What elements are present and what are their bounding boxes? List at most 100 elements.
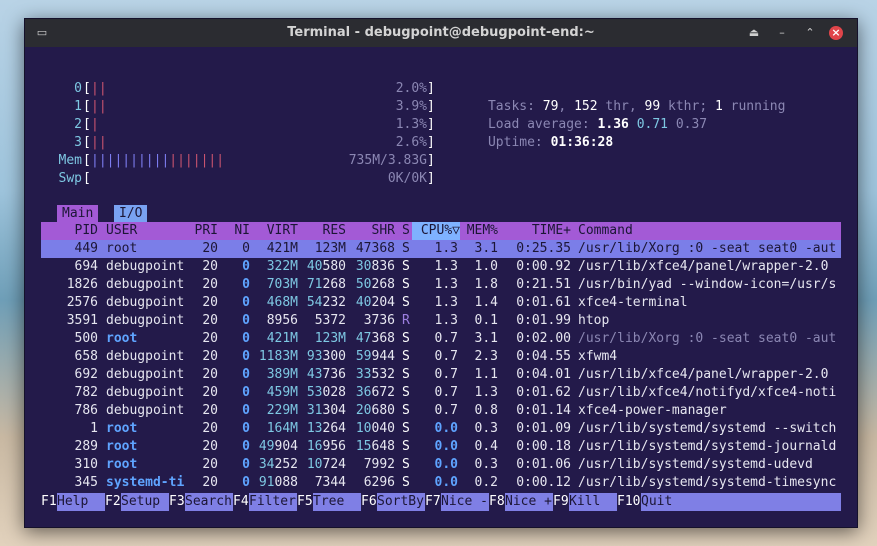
cell-time: 0:01.61 (516, 295, 571, 310)
column-header-cpu[interactable]: CPU%▽ (412, 222, 460, 240)
fkey-f8[interactable]: F8 (489, 493, 505, 511)
table-row[interactable]: 782 debugpoint 20 0 459M 53028 36672 S 0.7 1.3 0:0… (41, 384, 841, 402)
fkey-f9[interactable]: F9 (553, 493, 569, 511)
cell-res: 43736 (306, 367, 346, 382)
column-header-ni[interactable]: NI (220, 222, 250, 240)
tab-io[interactable]: I/O (114, 205, 148, 222)
fkey-f1[interactable]: F1 (41, 493, 57, 511)
minimize-icon[interactable]: – (775, 26, 789, 40)
mem-meter-bars: ||||||||||||||||| (91, 153, 225, 168)
cell-pid: 310 (74, 457, 98, 472)
fkey-f2[interactable]: F2 (105, 493, 121, 511)
cell-ni: 0 (242, 439, 250, 454)
cell-res: 54232 (306, 295, 346, 310)
table-row[interactable]: 2576 debugpoint 20 0 468M 54232 40204 S 1.3 1.4 0:… (41, 294, 841, 312)
table-row[interactable]: 1 root 20 0 164M 13264 10040 S 0.0 0.3 0:01.09/usr… (41, 420, 841, 438)
load-average-line: Load average: 1.36 0.71 0.37 (487, 117, 708, 132)
column-header-mem[interactable]: MEM% (458, 222, 498, 240)
cell-user: root (106, 241, 138, 256)
column-header-pid[interactable]: PID (48, 222, 98, 240)
column-header-virt[interactable]: VIRT (248, 222, 298, 240)
column-header-s[interactable]: S (402, 222, 410, 240)
table-row[interactable]: 692 debugpoint 20 0 389M 43736 33532 S 0.7 1.1 0:0… (41, 366, 841, 384)
htop-screen[interactable]: 0[|| 2.0%] 1[|| 3.9%] 2[| 1.3%] 3[|| 2.6%] Mem[|… (25, 47, 857, 527)
cell-shr: 6296 (363, 475, 395, 490)
cell-cmd: /usr/lib/Xorg :0 -seat seat0 -aut (578, 241, 837, 256)
table-row[interactable]: 694 debugpoint 20 0 322M 40580 30836 S 1.3 1.0 0:0… (41, 258, 841, 276)
fkey-f10[interactable]: F10 (617, 493, 640, 511)
cell-s: R (402, 313, 410, 328)
cell-virt: 703M (266, 277, 298, 292)
cell-s: S (402, 331, 410, 346)
cell-user: root (106, 457, 138, 472)
cell-shr: 40204 (355, 295, 395, 310)
column-header-pri[interactable]: PRI (188, 222, 218, 240)
column-header-row: PID USER PRI NI VIRT RES SHR S CPU%▽ MEM% TIME+ Com… (41, 222, 841, 240)
cell-time: 0:01.99 (516, 313, 571, 328)
cell-pid: 345 (74, 475, 98, 490)
fkey-label-quit[interactable]: Quit (641, 493, 841, 511)
column-header-command[interactable]: Command (578, 222, 633, 240)
cell-res: 10724 (306, 457, 346, 472)
fkey-label-help[interactable]: Help (57, 493, 105, 511)
fkey-f7[interactable]: F7 (425, 493, 441, 511)
shade-icon[interactable]: ⏏ (747, 26, 761, 40)
cell-shr: 50268 (355, 277, 395, 292)
fkey-f3[interactable]: F3 (169, 493, 185, 511)
cell-virt: 34252 (258, 457, 298, 472)
mem-meter: Mem[||||||||||||||||| 735M/3.83G] (25, 152, 445, 170)
window-title: Terminal - debugpoint@debugpoint-end:~ (287, 25, 595, 40)
column-header-time[interactable]: TIME+ (501, 222, 571, 240)
cpu-meter-bars: || (91, 99, 107, 114)
fkey-label-nice[interactable]: Nice + (505, 493, 553, 511)
fkey-label-kill[interactable]: Kill (569, 493, 617, 511)
fkey-f4[interactable]: F4 (233, 493, 249, 511)
cell-s: S (402, 277, 410, 292)
table-row[interactable]: 3591 debugpoint 20 0 8956 5372 3736 R 1.3 0.1 0:01… (41, 312, 841, 330)
table-row[interactable]: 500 root 20 0 421M 123M 47368 S 0.7 3.1 0:02.00/us… (41, 330, 841, 348)
meter-bracket-close: ] (427, 117, 435, 132)
table-row[interactable]: 310 root 20 0 34252 10724 7992 S 0.0 0.3 0:01.06/u… (41, 456, 841, 474)
table-row[interactable]: 289 root 20 0 49904 16956 15648 S 0.0 0.4 0:00.18 /… (41, 438, 841, 456)
fkey-label-tree[interactable]: Tree (313, 493, 361, 511)
column-header-user[interactable]: USER (106, 222, 137, 240)
cell-cmd: xfce4-terminal (578, 295, 688, 310)
cell-pid: 1 (90, 421, 98, 436)
cell-mem: 0.4 (474, 439, 498, 454)
table-row[interactable]: 1826 debugpoint 20 0 703M 71268 50268 S 1.3 1.8 0:… (41, 276, 841, 294)
cell-ni: 0 (242, 331, 250, 346)
table-row[interactable]: 658 debugpoint 20 0 1183M 93300 59944 S 0.7 2.3 0:… (41, 348, 841, 366)
cell-shr: 59944 (355, 349, 395, 364)
cell-cpu: 1.3 (434, 295, 458, 310)
cell-shr: 30836 (355, 259, 395, 274)
fkey-label-nice[interactable]: Nice - (441, 493, 489, 511)
fkey-label-filter[interactable]: Filter (249, 493, 297, 511)
cell-virt: 8956 (266, 313, 298, 328)
cell-pri: 20 (202, 439, 218, 454)
fkey-f5[interactable]: F5 (297, 493, 313, 511)
cell-s: S (402, 349, 410, 364)
column-header-shr[interactable]: SHR (345, 222, 395, 240)
table-row[interactable]: 786 debugpoint 20 0 229M 31304 20680 S 0.7 0.8 0:0… (41, 402, 841, 420)
cell-res: 71268 (306, 277, 346, 292)
column-header-res[interactable]: RES (296, 222, 346, 240)
cell-virt: 421M (266, 241, 298, 256)
fkey-label-setup[interactable]: Setup (121, 493, 169, 511)
fkey-label-sortby[interactable]: SortBy (377, 493, 425, 511)
fkey-label-search[interactable]: Search (185, 493, 233, 511)
cell-res: 31304 (306, 403, 346, 418)
cell-user: debugpoint (106, 367, 185, 382)
tasks-line: Tasks: 79, 152 thr, 99 kthr; 1 running (487, 99, 786, 114)
fkey-f6[interactable]: F6 (361, 493, 377, 511)
close-icon[interactable]: × (829, 26, 843, 40)
cell-time: 0:01.62 (516, 385, 571, 400)
maximize-icon[interactable]: ⌃ (803, 26, 817, 40)
cell-cmd: htop (578, 313, 610, 328)
cell-cmd: /usr/lib/xfce4/notifyd/xfce4-noti (578, 385, 837, 400)
cell-cmd: /usr/lib/systemd/systemd-journald (578, 439, 837, 454)
cell-cmd: /usr/lib/Xorg :0 -seat seat0 -aut (578, 331, 837, 346)
table-row[interactable]: 449 root 20 0 421M 123M 47368 S 1.3 3.1 0:25.35/us… (41, 240, 841, 258)
tab-main[interactable]: Main (57, 205, 99, 222)
cpu-meter-percent: 2.0% (395, 81, 427, 96)
table-row[interactable]: 345 systemd-ti 20 0 91088 7344 6296 S 0.0 0.2 0:00… (41, 474, 841, 492)
